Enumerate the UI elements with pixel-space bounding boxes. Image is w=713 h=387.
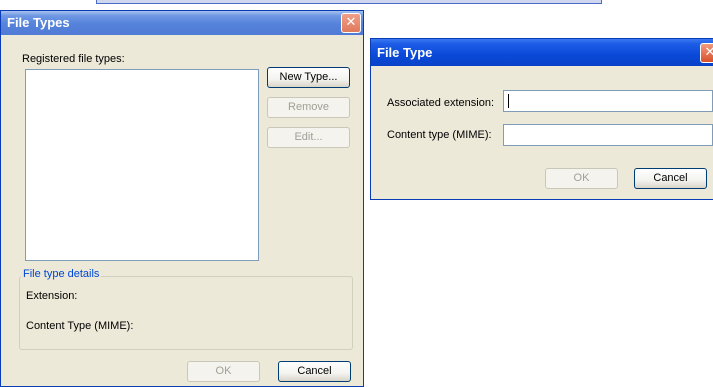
content-type-mime-label: Content Type (MIME): xyxy=(26,320,134,332)
associated-extension-input[interactable] xyxy=(503,90,713,112)
file-types-cancel-button[interactable]: Cancel xyxy=(278,361,351,382)
file-type-title: File Type xyxy=(377,45,433,60)
file-types-title: File Types xyxy=(7,15,70,30)
file-type-cancel-button[interactable]: Cancel xyxy=(634,168,707,189)
file-type-ok-button[interactable]: OK xyxy=(545,168,618,189)
file-types-dialog: File Types ✕ Registered file types: New … xyxy=(0,10,364,387)
close-icon: ✕ xyxy=(345,15,357,30)
file-type-titlebar[interactable]: File Type xyxy=(371,39,713,66)
extension-label: Extension: xyxy=(26,290,78,302)
file-types-ok-button[interactable]: OK xyxy=(187,361,260,382)
registered-file-types-label: Registered file types: xyxy=(22,53,125,65)
text-caret xyxy=(508,94,509,108)
background-window-edge xyxy=(96,0,602,4)
file-type-dialog: File Type ✕ Associated extension: Conten… xyxy=(370,38,713,200)
content-type-input[interactable] xyxy=(503,124,713,146)
file-type-details-group-label: File type details xyxy=(21,268,102,280)
edit-button[interactable]: Edit... xyxy=(267,127,350,148)
new-type-button[interactable]: New Type... xyxy=(267,67,350,88)
registered-file-types-list[interactable] xyxy=(25,69,259,261)
file-types-titlebar[interactable]: File Types xyxy=(1,11,363,35)
associated-extension-label: Associated extension: xyxy=(387,97,495,109)
content-type-label: Content type (MIME): xyxy=(387,129,492,141)
file-type-details-group xyxy=(19,276,353,350)
file-types-close-button[interactable]: ✕ xyxy=(341,13,361,33)
file-type-close-button[interactable]: ✕ xyxy=(700,43,713,63)
remove-button[interactable]: Remove xyxy=(267,97,350,118)
close-icon: ✕ xyxy=(704,45,713,60)
